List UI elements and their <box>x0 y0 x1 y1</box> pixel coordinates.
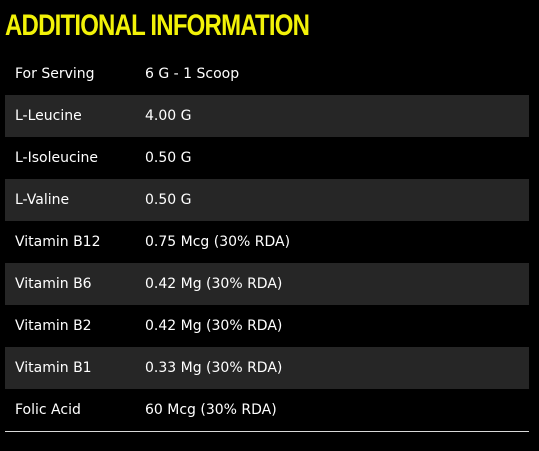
table-row: Vitamin B2 0.42 Mg (30% RDA) <box>5 305 529 347</box>
table-row: For Serving 6 G - 1 Scoop <box>5 53 529 95</box>
row-label: Vitamin B6 <box>15 276 92 292</box>
table-row: L-Valine 0.50 G <box>5 179 529 221</box>
additional-information-panel: ADDITIONAL INFORMATION For Serving 6 G -… <box>0 0 539 451</box>
row-label: L-Isoleucine <box>15 150 99 166</box>
table-row: Vitamin B6 0.42 Mg (30% RDA) <box>5 263 529 305</box>
row-value: 0.75 Mcg (30% RDA) <box>145 234 291 250</box>
row-value: 60 Mcg (30% RDA) <box>145 402 277 418</box>
row-label: Vitamin B1 <box>15 360 92 376</box>
table-row: Vitamin B1 0.33 Mg (30% RDA) <box>5 347 529 389</box>
table-row: Folic Acid 60 Mcg (30% RDA) <box>5 389 529 431</box>
row-label: For Serving <box>15 66 95 82</box>
row-value: 0.42 Mg (30% RDA) <box>145 276 283 292</box>
section-title: ADDITIONAL INFORMATION <box>5 9 310 42</box>
row-label: Vitamin B12 <box>15 234 101 250</box>
row-value: 4.00 G <box>145 108 192 124</box>
row-value: 0.42 Mg (30% RDA) <box>145 318 283 334</box>
nutrition-table: For Serving 6 G - 1 Scoop L-Leucine 4.00… <box>5 53 529 431</box>
row-value: 0.50 G <box>145 150 192 166</box>
table-row: L-Isoleucine 0.50 G <box>5 137 529 179</box>
bottom-divider <box>5 431 529 432</box>
row-label: L-Leucine <box>15 108 82 124</box>
row-value: 0.33 Mg (30% RDA) <box>145 360 283 376</box>
table-row: Vitamin B12 0.75 Mcg (30% RDA) <box>5 221 529 263</box>
table-row: L-Leucine 4.00 G <box>5 95 529 137</box>
row-value: 6 G - 1 Scoop <box>145 66 240 82</box>
row-value: 0.50 G <box>145 192 192 208</box>
row-label: L-Valine <box>15 192 70 208</box>
row-label: Folic Acid <box>15 402 81 418</box>
row-label: Vitamin B2 <box>15 318 92 334</box>
